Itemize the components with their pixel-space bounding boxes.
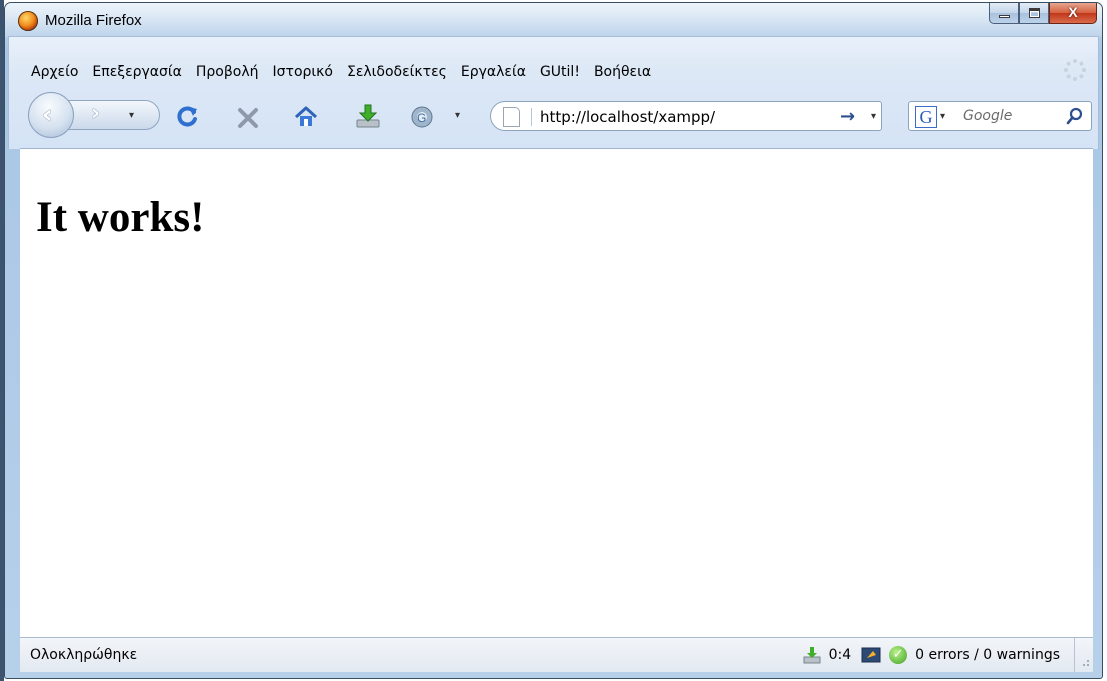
svg-text:G: G [417,111,426,125]
menu-help[interactable]: Βοήθεια [587,62,658,82]
menu-bar: Αρχείο Επεξεργασία Προβολή Ιστορικό Σελι… [24,62,658,82]
forward-button[interactable]: › ▾ [64,100,160,130]
page-content: It works! [20,148,1093,637]
back-arrow-icon: ‹ [42,100,53,130]
menu-file[interactable]: Αρχείο [24,62,85,82]
caption-buttons: X [989,3,1097,25]
forward-arrow-icon: › [91,101,101,126]
validator-ok-icon[interactable]: ✓ [889,646,908,664]
validator-status[interactable]: 0 errors / 0 warnings [915,638,1075,672]
download-count: 0:4 [828,647,852,663]
url-input[interactable]: http://localhost/xampp/ [531,108,715,126]
close-icon: X [1068,4,1078,20]
google-engine-icon[interactable]: G [915,106,937,128]
home-icon[interactable] [293,105,319,129]
status-bar: Ολοκληρώθηκε 0:4 ✓ 0 errors / 0 warnings [20,637,1093,672]
menu-tools[interactable]: Εργαλεία [454,62,533,82]
resize-grip-icon[interactable] [1075,638,1093,672]
page-heading: It works! [36,194,205,241]
firefox-logo-icon [18,11,38,31]
menu-gutil[interactable]: GUtil! [533,62,587,82]
menu-bookmarks[interactable]: Σελιδοδείκτες [340,62,454,82]
throbber-icon [1064,59,1086,81]
reload-icon[interactable] [175,104,201,130]
menu-view[interactable]: Προβολή [189,62,266,82]
gutil-dropdown-icon[interactable]: ▾ [455,110,460,121]
stop-icon[interactable] [236,106,260,130]
url-dropdown-icon[interactable]: ▾ [871,111,876,122]
download-icon[interactable] [354,102,382,130]
menu-history[interactable]: Ιστορικό [266,62,340,82]
search-bar[interactable]: G ▾ Google [908,101,1092,131]
title-bar: Mozilla Firefox X [5,3,1102,37]
search-icon[interactable] [1066,107,1084,125]
minimize-button[interactable] [989,3,1019,24]
status-widgets: 0:4 ✓ 0 errors / 0 warnings [803,638,1093,672]
go-arrow-icon[interactable]: → [840,106,855,127]
extension-status-icon[interactable] [861,646,881,664]
status-text: Ολοκληρώθηκε [30,647,138,663]
download-status-icon[interactable] [803,646,821,664]
search-engine-dropdown-icon[interactable]: ▾ [940,111,945,122]
gutil-icon[interactable]: G [408,102,438,130]
back-button[interactable]: ‹ [28,92,74,138]
close-button[interactable]: X [1049,3,1097,24]
window-title: Mozilla Firefox [45,12,142,29]
search-input[interactable]: Google [963,108,1012,124]
page-icon [503,107,520,127]
chrome-toolbox [8,36,1099,149]
maximize-button[interactable] [1019,3,1049,24]
history-dropdown-icon[interactable]: ▾ [129,110,134,121]
url-bar[interactable]: http://localhost/xampp/ → ▾ [490,101,882,131]
menu-edit[interactable]: Επεξεργασία [85,62,188,82]
